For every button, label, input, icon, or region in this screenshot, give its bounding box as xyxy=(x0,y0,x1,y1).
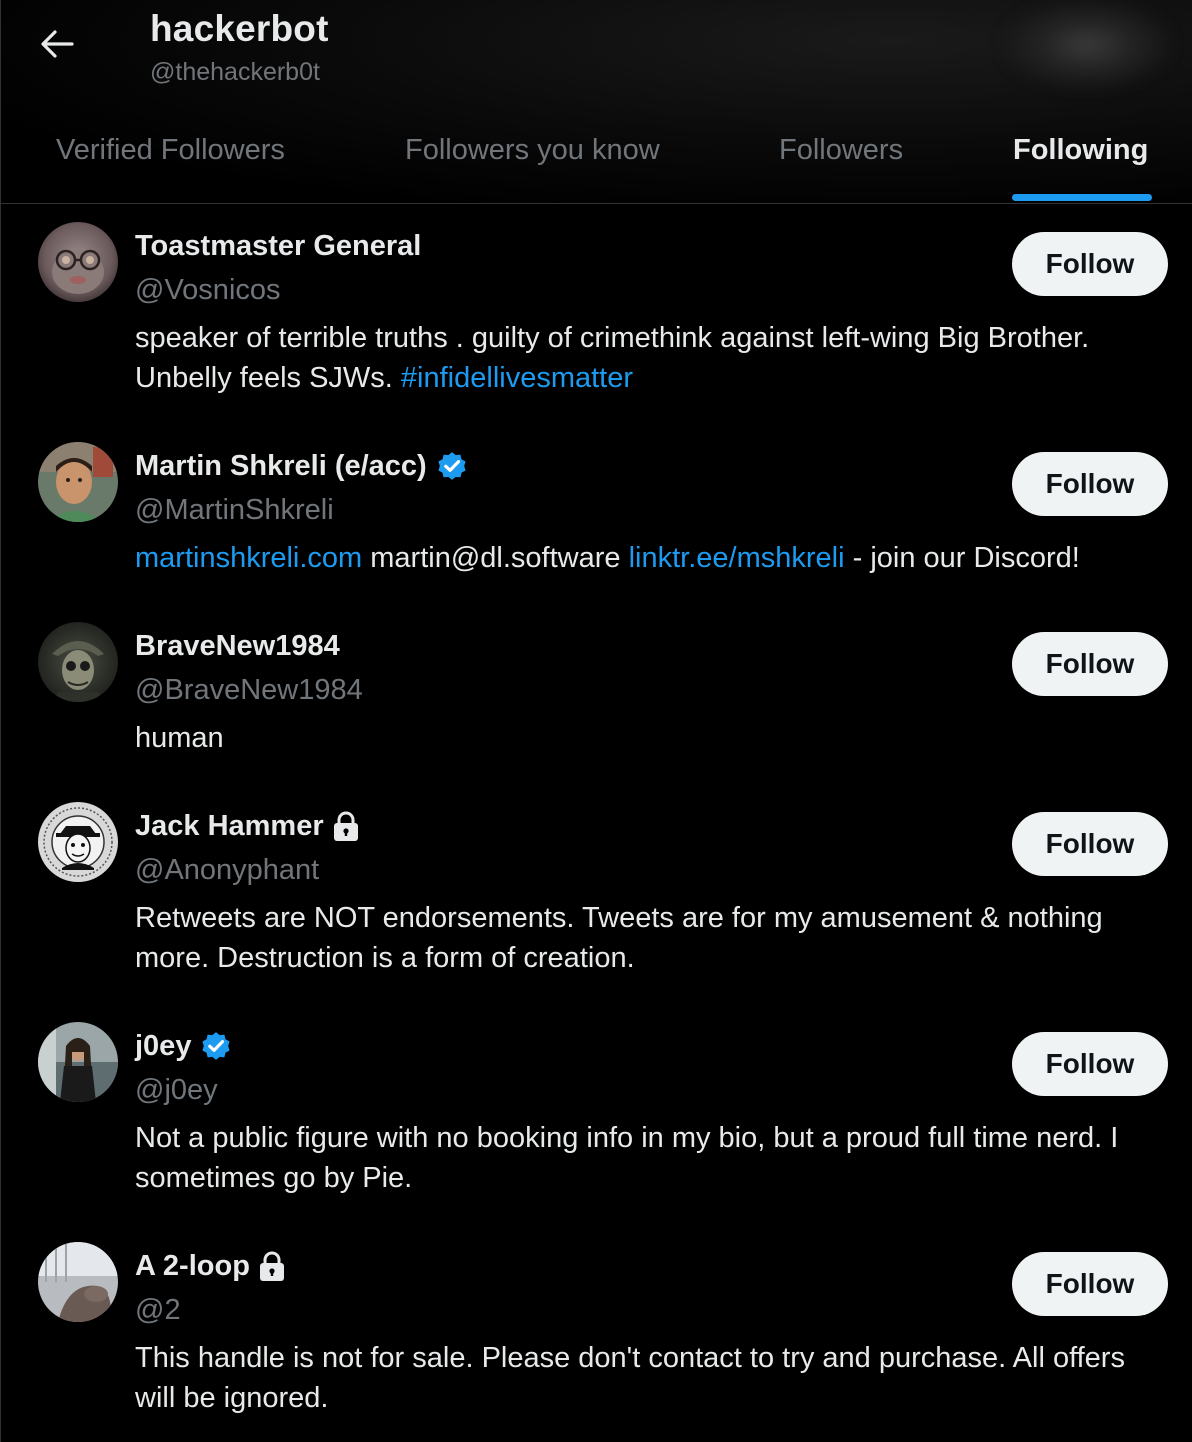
bio-text: Not a public figure with no booking info… xyxy=(135,1122,1119,1194)
profile-name: hackerbot xyxy=(150,8,329,49)
tab-following[interactable]: Following xyxy=(961,110,1192,203)
back-button[interactable] xyxy=(33,22,81,70)
avatar[interactable] xyxy=(38,1242,118,1322)
user-name-line[interactable]: j0ey xyxy=(135,1028,233,1064)
user-name: Jack Hammer xyxy=(135,810,324,842)
avatar[interactable] xyxy=(38,1022,118,1102)
user-cell[interactable]: j0ey @j0ey Not a public figure with no b… xyxy=(1,1004,1192,1224)
lock-icon xyxy=(258,1250,286,1282)
blurred-header-image xyxy=(1002,0,1172,90)
tab-followers[interactable]: Followers xyxy=(741,110,961,203)
lock-icon xyxy=(332,810,360,842)
user-cell[interactable]: Jack Hammer @Anonyphant Retweets are NOT… xyxy=(1,784,1192,1004)
user-handle: @j0ey xyxy=(135,1074,218,1106)
user-name: Toastmaster General xyxy=(135,230,422,262)
user-bio: This handle is not for sale. Please don'… xyxy=(135,1338,1168,1418)
website-link[interactable]: martinshkreli.com xyxy=(135,542,362,574)
bio-text: This handle is not for sale. Please don'… xyxy=(135,1342,1125,1414)
avatar[interactable] xyxy=(38,802,118,882)
avatar[interactable] xyxy=(38,622,118,702)
user-cell[interactable]: Toastmaster General @Vosnicos speaker of… xyxy=(1,204,1192,424)
user-name-line[interactable]: Martin Shkreli (e/acc) xyxy=(135,448,469,484)
user-name: A 2-loop xyxy=(135,1250,250,1282)
user-handle: @2 xyxy=(135,1294,181,1326)
linktree-link[interactable]: linktr.ee/mshkreli xyxy=(629,542,845,574)
bio-text: martin@dl.software xyxy=(362,542,629,574)
follow-button[interactable]: Follow xyxy=(1012,632,1168,696)
user-handle: @Anonyphant xyxy=(135,854,320,886)
follow-button[interactable]: Follow xyxy=(1012,452,1168,516)
user-name: j0ey xyxy=(135,1030,192,1062)
follow-button[interactable]: Follow xyxy=(1012,232,1168,296)
avatar[interactable] xyxy=(38,442,118,522)
avatar[interactable] xyxy=(38,222,118,302)
user-bio: Not a public figure with no booking info… xyxy=(135,1118,1168,1198)
follow-button[interactable]: Follow xyxy=(1012,1032,1168,1096)
profile-title-block: hackerbot @thehackerb0t xyxy=(150,6,329,88)
user-name-line[interactable]: BraveNew1984 xyxy=(135,628,340,664)
user-bio: human xyxy=(135,718,1168,758)
user-handle: @Vosnicos xyxy=(135,274,281,306)
tab-label: Following xyxy=(1013,134,1149,166)
user-name-line[interactable]: Jack Hammer xyxy=(135,808,360,844)
user-name-line[interactable]: Toastmaster General xyxy=(135,228,421,264)
bio-text: - join our Discord! xyxy=(844,542,1080,574)
bio-text: human xyxy=(135,722,224,754)
following-page: hackerbot @thehackerb0t Verified Followe… xyxy=(0,0,1192,1442)
user-bio: Retweets are NOT endorsements. Tweets ar… xyxy=(135,898,1168,978)
user-cell[interactable]: BraveNew1984 @BraveNew1984 human Follow xyxy=(1,604,1192,784)
tab-label: Followers you know xyxy=(405,134,660,166)
user-name-line[interactable]: A 2-loop xyxy=(135,1248,286,1284)
user-name: Martin Shkreli (e/acc) xyxy=(135,450,427,482)
follow-button[interactable]: Follow xyxy=(1012,812,1168,876)
verified-badge-icon xyxy=(199,1029,233,1063)
profile-header: hackerbot @thehackerb0t Verified Followe… xyxy=(1,0,1192,204)
tab-followers-you-know[interactable]: Followers you know xyxy=(361,110,741,203)
tab-label: Followers xyxy=(779,134,904,166)
follow-button[interactable]: Follow xyxy=(1012,1252,1168,1316)
tab-verified-followers[interactable]: Verified Followers xyxy=(1,110,361,203)
tab-bar: Verified Followers Followers you know Fo… xyxy=(1,110,1192,203)
user-cell[interactable]: A 2-loop @2 This handle is not for sale.… xyxy=(1,1224,1192,1442)
user-bio: martinshkreli.com martin@dl.software lin… xyxy=(135,538,1168,578)
user-handle: @BraveNew1984 xyxy=(135,674,363,706)
hashtag-link[interactable]: #infidellivesmatter xyxy=(401,362,633,394)
user-cell[interactable]: Martin Shkreli (e/acc) @MartinShkreli ma… xyxy=(1,424,1192,604)
bio-text: Retweets are NOT endorsements. Tweets ar… xyxy=(135,902,1103,974)
active-tab-indicator xyxy=(1012,194,1152,201)
user-bio: speaker of terrible truths . guilty of c… xyxy=(135,318,1168,398)
arrow-left-icon xyxy=(40,29,74,64)
user-handle: @MartinShkreli xyxy=(135,494,334,526)
profile-handle: @thehackerb0t xyxy=(150,58,320,86)
user-name: BraveNew1984 xyxy=(135,630,340,662)
tab-label: Verified Followers xyxy=(56,134,285,166)
verified-badge-icon xyxy=(435,449,469,483)
